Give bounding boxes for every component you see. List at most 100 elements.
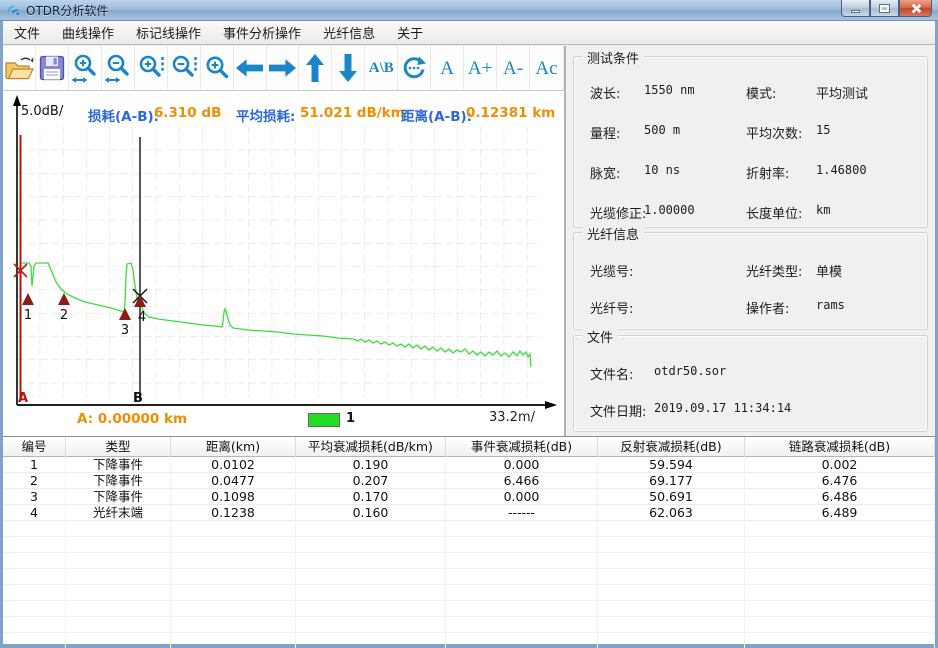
cell-distance: 0.1098 bbox=[171, 489, 296, 505]
zoom-out-horizontal-button[interactable] bbox=[102, 46, 135, 90]
cell-link-loss: 6.486 bbox=[745, 489, 935, 505]
info-panel: 测试条件 波长: 1550 nm 模式: 平均测试 量程: 500 m 平均次数… bbox=[564, 46, 935, 436]
marker-a-axis-label: A bbox=[18, 391, 28, 406]
pan-up-button[interactable] bbox=[299, 46, 332, 90]
menu-fiber-info[interactable]: 光纤信息 bbox=[312, 20, 386, 45]
pan-left-button[interactable] bbox=[234, 46, 267, 90]
col-header-id: 编号 bbox=[3, 437, 66, 457]
empty-table-row bbox=[3, 601, 935, 617]
minimize-button[interactable] bbox=[841, 0, 870, 17]
marker-a-button[interactable]: A bbox=[431, 46, 464, 90]
arrow-up-icon bbox=[304, 53, 326, 83]
cell-avg-attenuation: 0.207 bbox=[296, 473, 446, 489]
loss-ab-label: 损耗(A-B): bbox=[88, 105, 159, 125]
marker-ac-button[interactable]: Ac bbox=[530, 46, 564, 90]
menu-about[interactable]: 关于 bbox=[386, 20, 434, 45]
filedate-value: 2019.09.17 11:34:14 bbox=[654, 401, 927, 420]
table-row[interactable]: 1 下降事件 0.0102 0.190 0.000 59.594 0.002 bbox=[3, 457, 935, 473]
client-area: 文件 曲线操作 标记线操作 事件分析操作 光纤信息 关于 bbox=[3, 21, 935, 644]
filename-label: 文件名: bbox=[574, 364, 654, 383]
mode-value: 平均测试 bbox=[816, 83, 927, 102]
col-header-link-loss: 链路衰减损耗(dB) bbox=[745, 437, 935, 457]
menu-curve-operations[interactable]: 曲线操作 bbox=[51, 20, 125, 45]
cell-reflection-loss: 69.177 bbox=[598, 473, 745, 489]
event-table: 编号 类型 距离(km) 平均衰减损耗(dB/km) 事件衰减损耗(dB) 反射… bbox=[3, 436, 935, 644]
zoom-in-icon bbox=[204, 55, 230, 81]
cell-link-loss: 6.489 bbox=[745, 505, 935, 521]
y-axis-arrow-icon bbox=[13, 95, 21, 106]
cell-distance: 0.0102 bbox=[171, 457, 296, 473]
zoom-in-horizontal-button[interactable] bbox=[69, 46, 102, 90]
otdr-chart[interactable]: 1 2 3 4 A B 5.0dB/ 损耗(A-B): 6.310 dB 平均损… bbox=[3, 91, 564, 436]
close-button[interactable] bbox=[899, 0, 932, 17]
table-row[interactable]: 2 下降事件 0.0477 0.207 6.466 69.177 6.476 bbox=[3, 473, 935, 489]
table-row[interactable]: 4 光纤末端 0.1238 0.160 ------ 62.063 6.489 bbox=[3, 505, 935, 521]
menu-marker-operations[interactable]: 标记线操作 bbox=[125, 20, 212, 45]
pan-right-button[interactable] bbox=[267, 46, 300, 90]
marker-a-plus-button[interactable]: A+ bbox=[464, 46, 497, 90]
menu-file[interactable]: 文件 bbox=[3, 20, 51, 45]
cell-type: 光纤末端 bbox=[66, 505, 171, 521]
minimize-icon bbox=[851, 10, 860, 13]
fiber-id-value bbox=[644, 298, 746, 317]
length-unit-value: km bbox=[816, 203, 927, 222]
fiber-id-label: 光纤号: bbox=[574, 298, 644, 317]
refractive-index-label: 折射率: bbox=[746, 163, 816, 182]
cable-correction-value: 1.00000 bbox=[644, 203, 746, 222]
open-file-button[interactable] bbox=[3, 46, 36, 90]
zoom-out-vertical-button[interactable] bbox=[168, 46, 201, 90]
cell-type: 下降事件 bbox=[66, 457, 171, 473]
refractive-index-value: 1.46800 bbox=[816, 163, 927, 182]
filedate-label: 文件日期: bbox=[574, 401, 654, 420]
cell-event-loss: 0.000 bbox=[446, 457, 598, 473]
y-scale-label: 5.0dB/ bbox=[21, 104, 63, 119]
marker-ab-toggle-button[interactable]: A\B bbox=[365, 46, 398, 90]
arrow-down-icon bbox=[337, 53, 359, 83]
save-button[interactable] bbox=[36, 46, 69, 90]
arrow-right-icon bbox=[268, 57, 297, 79]
wavelength-value: 1550 nm bbox=[644, 83, 746, 102]
cable-id-value bbox=[644, 261, 746, 280]
marker-b-axis-label: B bbox=[133, 391, 143, 406]
maximize-button[interactable] bbox=[870, 0, 899, 17]
cell-id: 4 bbox=[3, 505, 66, 521]
fiber-info-group: 光纤信息 光缆号: 光纤类型: 单模 光纤号: 操作者: rams bbox=[573, 232, 928, 330]
event-table-header: 编号 类型 距离(km) 平均衰减损耗(dB/km) 事件衰减损耗(dB) 反射… bbox=[3, 437, 935, 457]
cell-id: 2 bbox=[3, 473, 66, 489]
file-info-group: 文件 文件名: otdr50.sor 文件日期: 2019.09.17 11:3… bbox=[573, 335, 928, 432]
zoom-out-horizontal-icon bbox=[104, 53, 132, 84]
cell-event-loss: 6.466 bbox=[446, 473, 598, 489]
cell-id: 1 bbox=[3, 457, 66, 473]
close-icon bbox=[910, 3, 921, 14]
cable-id-label: 光缆号: bbox=[574, 261, 644, 280]
zoom-in-button[interactable] bbox=[201, 46, 234, 90]
fiber-type-value: 单模 bbox=[816, 261, 927, 280]
cell-avg-attenuation: 0.190 bbox=[296, 457, 446, 473]
cable-correction-label: 光缆修正: bbox=[574, 203, 644, 222]
zoom-in-vertical-button[interactable] bbox=[135, 46, 168, 90]
operator-label: 操作者: bbox=[746, 298, 816, 317]
pan-down-button[interactable] bbox=[332, 46, 365, 90]
cell-link-loss: 0.002 bbox=[745, 457, 935, 473]
avg-count-label: 平均次数: bbox=[746, 123, 816, 142]
app-icon bbox=[6, 3, 21, 18]
test-conditions-group: 测试条件 波长: 1550 nm 模式: 平均测试 量程: 500 m 平均次数… bbox=[573, 56, 928, 228]
cursor-a-readout: A: 0.00000 km bbox=[77, 411, 187, 427]
marker-a-icon: A bbox=[440, 59, 454, 78]
marker-a-minus-button[interactable]: A- bbox=[497, 46, 530, 90]
empty-table-row bbox=[3, 569, 935, 585]
cell-reflection-loss: 59.594 bbox=[598, 457, 745, 473]
marker-ab-icon: A\B bbox=[369, 61, 394, 76]
mode-label: 模式: bbox=[746, 83, 816, 102]
title-bar[interactable]: OTDR分析软件 bbox=[0, 0, 938, 21]
cell-reflection-loss: 50.691 bbox=[598, 489, 745, 505]
app-window: OTDR分析软件 文件 曲线操作 标记线操作 事件分析操作 光纤信息 关于 bbox=[0, 0, 938, 648]
table-row[interactable]: 3 下降事件 0.1098 0.170 0.000 50.691 6.486 bbox=[3, 489, 935, 505]
refresh-button[interactable] bbox=[398, 46, 431, 90]
length-unit-label: 长度单位: bbox=[746, 203, 816, 222]
cell-type: 下降事件 bbox=[66, 473, 171, 489]
plot-grid bbox=[17, 127, 540, 398]
menu-event-analysis[interactable]: 事件分析操作 bbox=[212, 20, 312, 45]
window-title: OTDR分析软件 bbox=[26, 2, 108, 19]
trace-plot[interactable]: 1 2 3 4 A B bbox=[3, 91, 564, 436]
